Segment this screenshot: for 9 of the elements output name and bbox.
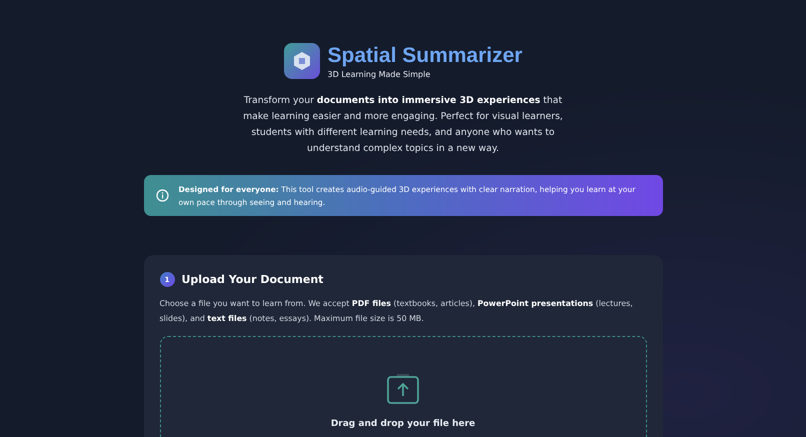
info-icon — [156, 189, 168, 202]
intro-paragraph: Transform your documents into immersive 3D experiences that make learning easier and more engaging. Perfect for visual learners, students with different learning needs, and anyone who wants to understand complex topics in a new way. — [242, 94, 564, 156]
app-subtitle: 3D Learning Made Simple — [328, 70, 432, 78]
drop-zone[interactable]: Drag and drop your file here — [160, 336, 646, 437]
section-title: Upload Your Document — [182, 273, 324, 286]
drop-zone-text: Drag and drop your file here — [330, 419, 476, 429]
upload-icon — [387, 373, 419, 405]
app-title: Spatial Summarizer — [328, 44, 522, 68]
app-logo-icon — [284, 43, 320, 79]
